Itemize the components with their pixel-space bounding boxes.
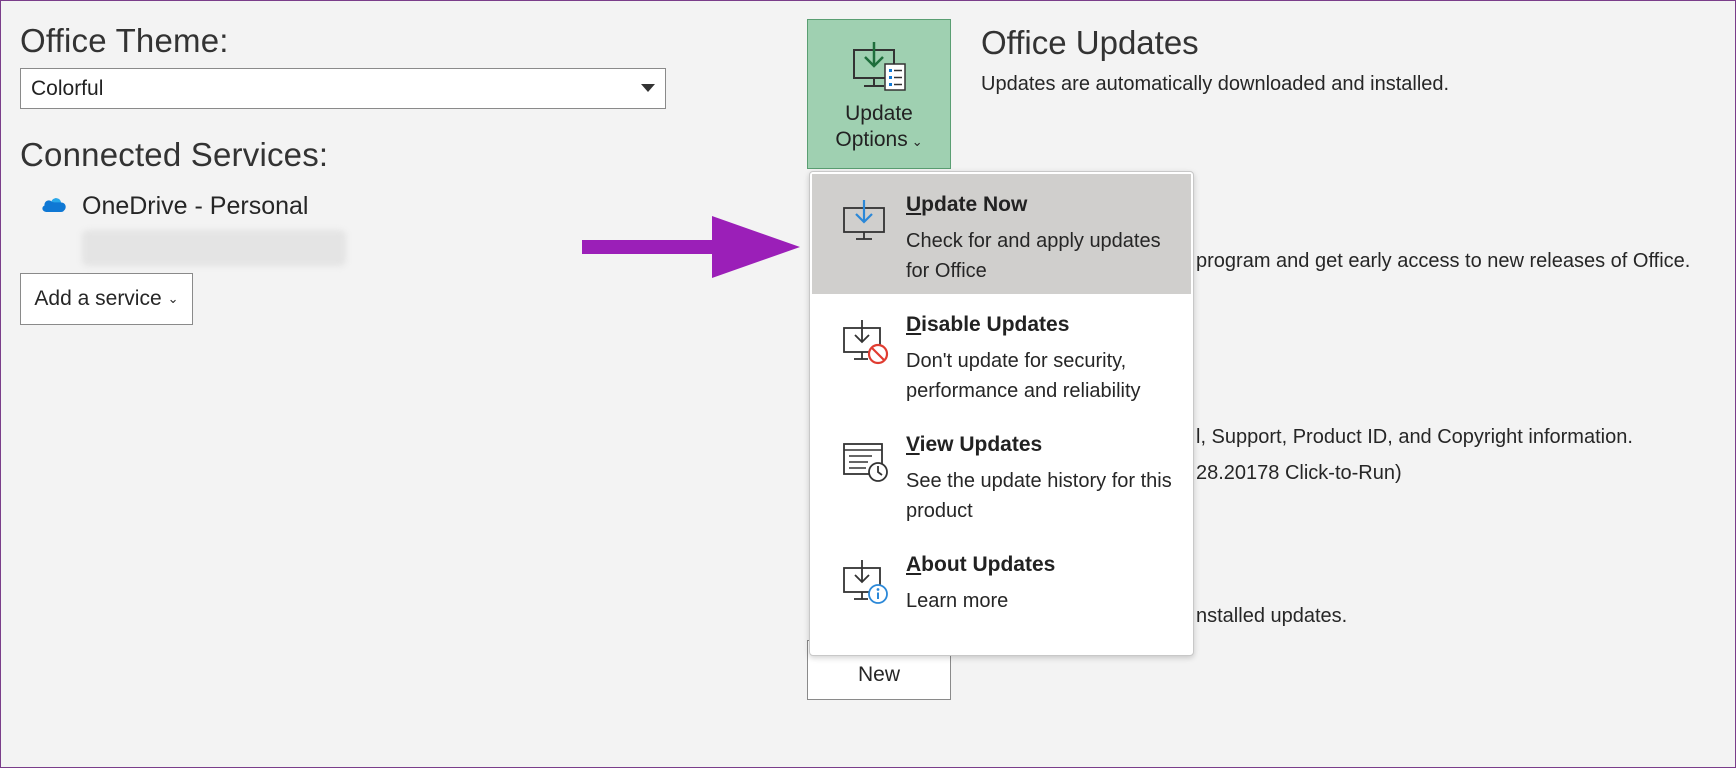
view-updates-desc: See the update history for this product — [906, 470, 1172, 522]
update-options-menu: Update Now Check for and apply updates f… — [809, 171, 1194, 656]
installed-updates-description: nstalled updates. — [1196, 605, 1348, 627]
menu-item-about-updates[interactable]: About Updates Learn more — [812, 534, 1191, 654]
update-now-title-rest: pdate Now — [921, 193, 1028, 216]
about-updates-title-rest: bout Updates — [921, 553, 1056, 576]
update-options-line1: Update — [845, 102, 913, 125]
update-options-line2-wrap: Options ⌄ — [835, 127, 922, 155]
office-theme-select[interactable]: Colorful — [20, 68, 666, 109]
onedrive-service: OneDrive - Personal — [40, 192, 308, 221]
office-theme-heading: Office Theme: — [20, 22, 229, 59]
disable-updates-desc: Don't update for security, performance a… — [906, 350, 1141, 402]
menu-item-disable-updates[interactable]: Disable Updates Don't update for securit… — [812, 294, 1191, 414]
about-description: l, Support, Product ID, and Copyright in… — [1196, 426, 1633, 448]
onedrive-label: OneDrive - Personal — [82, 192, 309, 220]
update-now-title: Update Now — [906, 193, 1027, 217]
view-updates-history-icon — [842, 438, 890, 489]
new-button-label: New — [857, 663, 900, 686]
add-service-label: Add a service — [34, 287, 162, 310]
update-now-icon — [842, 198, 888, 247]
about-updates-access-key: A — [906, 553, 922, 576]
annotation-arrow-icon — [582, 212, 804, 287]
menu-item-view-updates[interactable]: View Updates See the update history for … — [812, 414, 1191, 534]
blurred-account-email — [82, 230, 346, 266]
update-now-access-key: U — [906, 193, 922, 216]
insider-description: program and get early access to new rele… — [1196, 250, 1691, 272]
office-theme-value: Colorful — [31, 76, 104, 100]
view-updates-title-rest: iew Updates — [919, 433, 1043, 456]
chevron-down-icon: ⌄ — [911, 134, 923, 149]
update-now-desc: Check for and apply updates for Office — [906, 230, 1161, 282]
view-updates-title: View Updates — [906, 433, 1042, 457]
disable-updates-title: Disable Updates — [906, 313, 1069, 337]
about-updates-desc: Learn more — [906, 590, 1009, 612]
office-updates-title: Office Updates — [981, 24, 1199, 61]
update-options-button[interactable]: Update Options ⌄ — [807, 19, 951, 169]
onedrive-cloud-icon — [40, 195, 68, 218]
update-options-icon — [851, 40, 907, 97]
view-updates-access-key: V — [906, 433, 920, 456]
version-text: 28.20178 Click-to-Run) — [1196, 462, 1402, 484]
add-service-button[interactable]: Add a service ⌄ — [20, 273, 193, 325]
about-updates-title: About Updates — [906, 553, 1055, 577]
office-updates-description: Updates are automatically downloaded and… — [981, 73, 1450, 95]
connected-services-heading: Connected Services: — [20, 136, 329, 173]
disable-updates-access-key: D — [906, 313, 922, 336]
dropdown-arrow-icon — [641, 84, 655, 92]
disable-updates-title-rest: isable Updates — [921, 313, 1070, 336]
menu-item-update-now[interactable]: Update Now Check for and apply updates f… — [812, 174, 1191, 294]
disable-updates-icon — [842, 318, 890, 371]
chevron-down-icon: ⌄ — [167, 291, 179, 306]
update-options-line2: Options — [835, 128, 908, 151]
about-updates-info-icon — [842, 558, 890, 611]
